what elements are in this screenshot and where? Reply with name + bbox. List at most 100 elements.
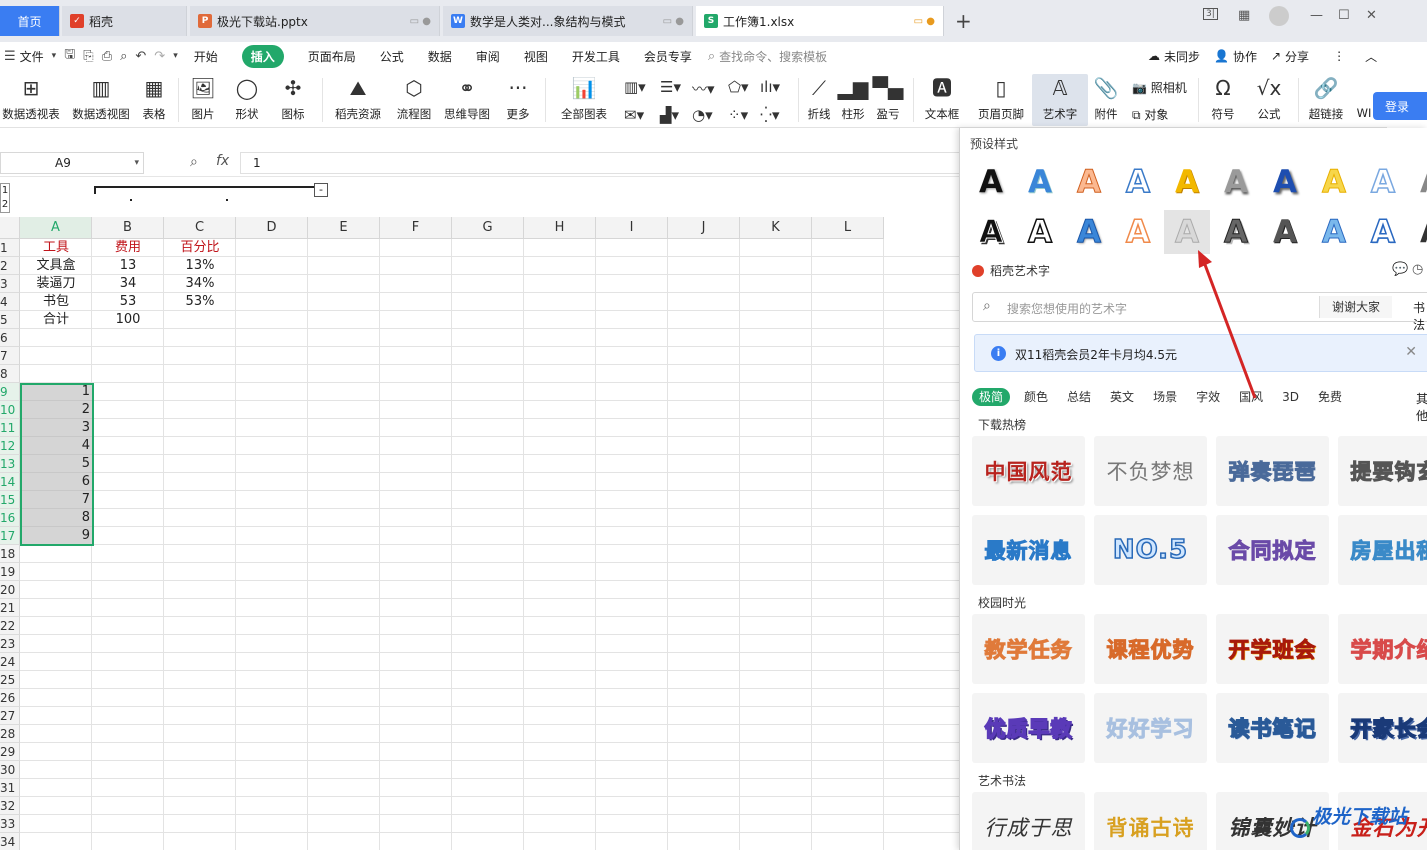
line-chart-icon[interactable]: 〰▾ — [692, 78, 715, 99]
row-header-19[interactable]: 19 — [0, 563, 20, 581]
row-header-26[interactable]: 26 — [0, 689, 20, 707]
row-header-28[interactable]: 28 — [0, 725, 20, 743]
name-box[interactable]: A9 ▾ — [0, 152, 144, 174]
wordart-preset-3[interactable]: A — [1066, 160, 1112, 204]
wordart-button[interactable]: 𝔸 艺术字 — [1032, 74, 1088, 126]
command-search[interactable]: 查找命令、搜索模板 — [719, 48, 827, 65]
data-cell[interactable]: 34% — [164, 275, 236, 293]
zoom-icon[interactable]: ⌕ — [190, 154, 198, 170]
history-icon[interactable]: ◷ — [1412, 262, 1423, 277]
row-header-24[interactable]: 24 — [0, 653, 20, 671]
category-7[interactable]: 国风 — [1239, 388, 1263, 406]
promo-notice[interactable]: i 双11稻壳会员2年卡月均4.5元 ✕ — [974, 334, 1427, 372]
chevron-down-icon[interactable]: ▾ — [52, 51, 57, 61]
row-header-3[interactable]: 3 — [0, 275, 20, 293]
outline-collapse-button[interactable]: - — [314, 183, 328, 197]
tab-pptx[interactable]: P 极光下载站.pptx ▭ ● — [190, 6, 440, 36]
data-cell[interactable]: 13% — [164, 257, 236, 275]
more-icon[interactable]: ⋮ — [1333, 49, 1345, 63]
header-cell[interactable]: 工具 — [20, 239, 92, 257]
row-header-30[interactable]: 30 — [0, 761, 20, 779]
tag-thanks[interactable]: 谢谢大家 — [1319, 296, 1393, 318]
sparkline-column-button[interactable]: ▂▆ 柱形 — [838, 74, 869, 126]
outline-level-1[interactable]: 1 — [1, 184, 9, 198]
preview-icon[interactable]: ⌕ — [120, 49, 127, 64]
wordart-preset-10[interactable]: A — [1409, 160, 1427, 204]
row-header-32[interactable]: 32 — [0, 797, 20, 815]
row-header-13[interactable]: 13 — [0, 455, 20, 473]
wordart-card[interactable]: 中国风范 — [972, 436, 1085, 506]
row-header-29[interactable]: 29 — [0, 743, 20, 761]
shape-button[interactable]: ◯ 形状 — [228, 74, 266, 126]
wordart-preset-19[interactable]: A — [1360, 210, 1406, 254]
category-9[interactable]: 免费 — [1318, 388, 1342, 406]
selection-range[interactable] — [20, 383, 94, 546]
wordart-preset-6[interactable]: A — [1213, 160, 1259, 204]
row-header-15[interactable]: 15 — [0, 491, 20, 509]
wordart-card[interactable]: 提要钩玄 — [1338, 436, 1427, 506]
combo-chart-icon[interactable]: ▟▾ — [660, 106, 679, 124]
data-cell[interactable] — [164, 311, 236, 329]
wordart-preset-9[interactable]: A — [1360, 160, 1406, 204]
outline-level-2[interactable]: 2 — [1, 198, 9, 212]
close-icon[interactable]: ✕ — [1366, 8, 1377, 23]
grid-icon[interactable]: ▦ — [1238, 8, 1250, 23]
bar-chart-h-icon[interactable]: ☰▾ — [660, 78, 681, 96]
wordart-preset-17[interactable]: A — [1262, 210, 1308, 254]
wordart-card[interactable]: 行成于思 — [972, 792, 1085, 850]
layout-icon[interactable]: 3| — [1203, 8, 1218, 20]
column-header-h[interactable]: H — [524, 217, 596, 239]
pivot-chart-button[interactable]: ▥ 数据透视图 — [70, 74, 132, 126]
wordart-preset-11[interactable]: A — [968, 210, 1014, 254]
header-footer-button[interactable]: ▯ 页眉页脚 — [974, 74, 1028, 126]
wordart-preset-5[interactable]: A — [1164, 160, 1210, 204]
area-chart-icon[interactable]: ✉▾ — [624, 106, 644, 124]
wordart-preset-7[interactable]: A — [1262, 160, 1308, 204]
file-menu[interactable]: 文件 — [20, 48, 44, 65]
maximize-icon[interactable]: ☐ — [1338, 8, 1350, 23]
docer-resource-button[interactable]: ⛰ 稻壳资源 — [330, 74, 386, 126]
menu-page-layout[interactable]: 页面布局 — [308, 48, 356, 65]
wordart-preset-15[interactable]: A — [1164, 210, 1210, 254]
menu-data[interactable]: 数据 — [428, 48, 452, 65]
data-cell[interactable]: 装逼刀 — [20, 275, 92, 293]
sparkline-winloss-button[interactable]: ▀▄ 盈亏 — [873, 74, 904, 126]
category-5[interactable]: 场景 — [1153, 388, 1177, 406]
menu-formula[interactable]: 公式 — [380, 48, 404, 65]
menu-view[interactable]: 视图 — [524, 48, 548, 65]
tab-xlsx-unsaved-icon[interactable]: ▭ ● — [914, 16, 935, 27]
tab-pptx-close-icon[interactable]: ▭ ● — [410, 16, 431, 27]
feedback-icon[interactable]: 💬 — [1392, 262, 1408, 277]
column-header-k[interactable]: K — [740, 217, 812, 239]
pie-chart-icon[interactable]: ◔▾ — [692, 106, 713, 124]
data-cell[interactable]: 13 — [92, 257, 164, 275]
other-chart-icon[interactable]: ⁛▾ — [760, 106, 780, 124]
flowchart-button[interactable]: ⬡ 流程图 — [392, 74, 436, 126]
wordart-card[interactable]: 优质早教 — [972, 693, 1085, 763]
wordart-card[interactable]: 读书笔记 — [1216, 693, 1329, 763]
textbox-button[interactable]: 🅰 文本框 — [918, 74, 966, 126]
wordart-preset-18[interactable]: A — [1311, 210, 1357, 254]
wordart-card[interactable]: 好好学习 — [1094, 693, 1207, 763]
unsynced-label[interactable]: 未同步 — [1164, 48, 1200, 65]
redo-icon[interactable]: ↷ — [154, 49, 165, 64]
row-header-31[interactable]: 31 — [0, 779, 20, 797]
header-cell[interactable]: 百分比 — [164, 239, 236, 257]
select-all-corner[interactable] — [0, 217, 20, 239]
wordart-preset-2[interactable]: A — [1017, 160, 1063, 204]
minimize-icon[interactable]: — — [1310, 8, 1323, 23]
formula-input[interactable]: 1 — [240, 152, 960, 174]
wordart-card[interactable]: 开家长会 — [1338, 693, 1427, 763]
row-header-22[interactable]: 22 — [0, 617, 20, 635]
fx-button[interactable]: fx — [216, 153, 229, 169]
icons-button[interactable]: ✣ 图标 — [274, 74, 312, 126]
data-cell[interactable]: 34 — [92, 275, 164, 293]
wi-button[interactable]: WI — [1354, 74, 1374, 126]
close-icon[interactable]: ✕ — [1405, 344, 1417, 360]
share-button[interactable]: 分享 — [1285, 48, 1309, 65]
tab-docer[interactable]: ✓ 稻壳 — [62, 6, 187, 36]
stock-chart-icon[interactable]: ılı▾ — [760, 78, 780, 96]
wordart-search[interactable]: ⌕ 搜索您想使用的艺术字 谢谢大家 书法 — [972, 292, 1427, 332]
wordart-card[interactable]: 课程优势 — [1094, 614, 1207, 684]
category-2[interactable]: 颜色 — [1024, 388, 1048, 406]
